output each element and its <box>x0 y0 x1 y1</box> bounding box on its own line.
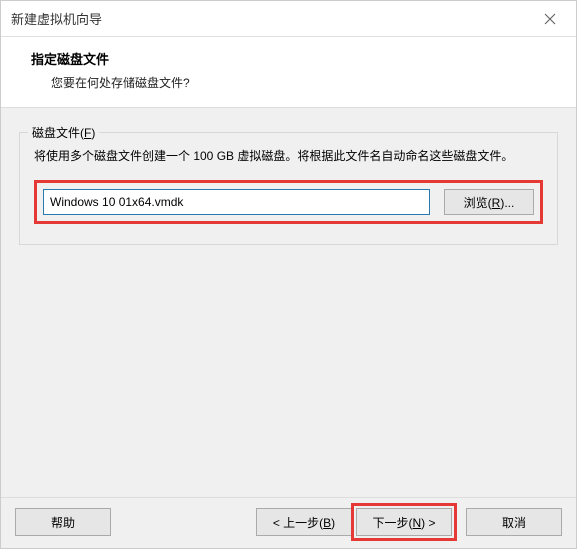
help-button[interactable]: 帮助 <box>15 508 111 536</box>
next-highlight: 下一步(N) > <box>351 503 457 541</box>
wizard-header: 指定磁盘文件 您要在何处存储磁盘文件? <box>1 37 576 108</box>
disk-file-fieldset: 磁盘文件(F) 将使用多个磁盘文件创建一个 100 GB 虚拟磁盘。将根据此文件… <box>19 132 558 245</box>
browse-button[interactable]: 浏览(R)... <box>444 189 534 215</box>
wizard-footer: 帮助 < 上一步(B) 下一步(N) > 取消 <box>1 497 576 548</box>
next-key: N <box>412 516 421 530</box>
wizard-window: 新建虚拟机向导 指定磁盘文件 您要在何处存储磁盘文件? 磁盘文件(F) 将使用多… <box>0 0 577 549</box>
fieldset-description: 将使用多个磁盘文件创建一个 100 GB 虚拟磁盘。将根据此文件名自动命名这些磁… <box>34 147 543 166</box>
close-icon[interactable] <box>530 1 570 37</box>
page-title: 指定磁盘文件 <box>31 49 556 68</box>
wizard-body: 磁盘文件(F) 将使用多个磁盘文件创建一个 100 GB 虚拟磁盘。将根据此文件… <box>1 108 576 497</box>
back-button[interactable]: < 上一步(B) <box>256 508 352 536</box>
browse-post: )... <box>500 196 514 210</box>
titlebar: 新建虚拟机向导 <box>1 1 576 37</box>
next-post: ) > <box>421 516 435 530</box>
legend-post: ) <box>91 126 95 140</box>
window-title: 新建虚拟机向导 <box>11 9 102 28</box>
fieldset-legend: 磁盘文件(F) <box>28 124 99 141</box>
back-key: B <box>323 516 331 530</box>
next-button[interactable]: 下一步(N) > <box>356 508 452 536</box>
back-post: ) <box>331 516 335 530</box>
disk-path-input[interactable] <box>43 189 430 215</box>
cancel-button[interactable]: 取消 <box>466 508 562 536</box>
disk-file-row: 浏览(R)... <box>34 180 543 224</box>
back-pre: < 上一步( <box>273 516 323 530</box>
browse-pre: 浏览( <box>464 196 492 210</box>
legend-pre: 磁盘文件( <box>32 126 84 140</box>
page-subtitle: 您要在何处存储磁盘文件? <box>51 74 556 91</box>
next-pre: 下一步( <box>372 516 412 530</box>
